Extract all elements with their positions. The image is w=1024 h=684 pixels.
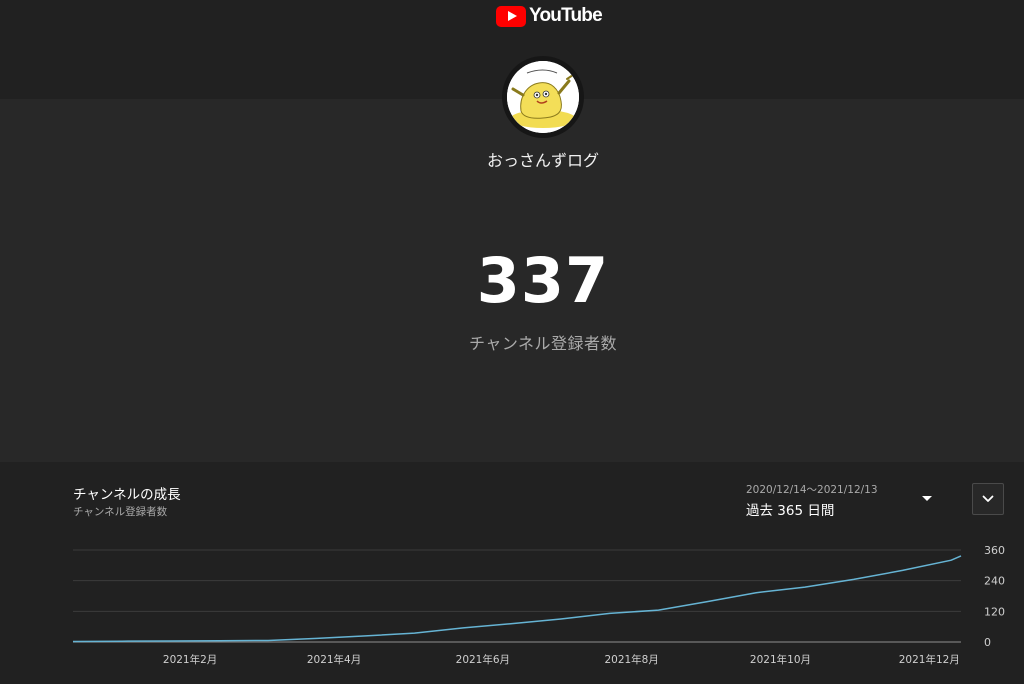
x-tick-label: 2021年2月 [163, 653, 217, 666]
chart-grid [73, 549, 961, 643]
y-tick-label: 240 [984, 575, 1005, 588]
x-axis-ticks: 2021年2月 2021年4月 2021年6月 2021年8月 2021年10月 2021… [163, 653, 960, 666]
avatar[interactable] [507, 61, 579, 133]
play-icon [496, 5, 526, 27]
logo-text: YouTube [529, 5, 603, 26]
x-tick-label: 2021年4月 [307, 653, 361, 666]
channel-name: おっさんずログ [486, 151, 599, 170]
x-tick-label: 2021年10月 [750, 653, 811, 666]
youtube-logo[interactable]: YouTube [496, 4, 603, 28]
channel-growth-panel: チャンネルの成長 チャンネル登録者数 2020/12/14〜2021/12/13… [0, 462, 1024, 684]
y-tick-label: 0 [984, 636, 991, 649]
y-tick-label: 120 [984, 605, 1005, 618]
x-tick-label: 2021年6月 [456, 653, 510, 666]
y-axis-ticks: 0 120 240 360 [984, 544, 1005, 649]
x-tick-label: 2021年12月 [899, 653, 960, 666]
growth-chart: 0120240360 2021年2月 2021年4月 2021年6月 2021年8月 2… [72, 544, 1005, 666]
subscriber-count: 337 [476, 244, 610, 317]
subscriber-series-line [72, 555, 962, 643]
y-tick-label: 360 [984, 544, 1005, 557]
subscriber-count-label: チャンネル登録者数 [468, 334, 618, 353]
x-tick-label: 2021年8月 [604, 653, 658, 666]
avatar-illustration-icon [507, 61, 579, 133]
